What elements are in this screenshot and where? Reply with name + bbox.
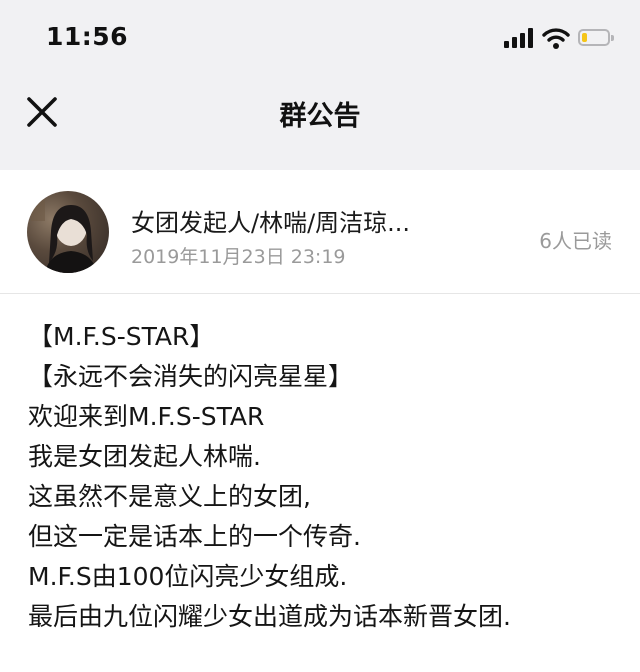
author-name[interactable]: 女团发起人/林喘/周洁琼... (131, 203, 410, 238)
announcement-line: M.F.S由100位闪亮少女组成. (28, 562, 348, 591)
battery-icon (578, 29, 614, 46)
announcement-header: 女团发起人/林喘/周洁琼... 2019年11月23日 23:19 6人已读 (0, 170, 640, 294)
announcement-line: 我是女团发起人林喘. (28, 442, 261, 471)
announcement-content: 【M.F.S-STAR】【永远不会消失的闪亮星星】 欢迎来到M.F.S-STAR 我… (28, 317, 628, 637)
avatar[interactable] (27, 191, 109, 273)
status-time: 11:56 (46, 22, 129, 51)
battery-nub (611, 35, 614, 41)
wifi-icon (542, 28, 570, 49)
announcement-line: 【永远不会消失的闪亮星星】 (28, 362, 354, 391)
announcement-line: 【M.F.S-STAR】 (28, 322, 215, 351)
top-bar: 11:56 群公告 (0, 0, 640, 170)
read-count[interactable]: 6人已读 (539, 225, 612, 254)
signal-icon (504, 28, 533, 48)
announcement-line: 最后由九位闪耀少女出道成为话本新晋女团. (28, 602, 511, 631)
announcement-line: 这虽然不是意义上的女团, (28, 482, 311, 511)
post-date: 2019年11月23日 23:19 (131, 246, 346, 268)
avatar-image (31, 199, 97, 273)
announcement-line: 欢迎来到M.F.S-STAR (28, 402, 265, 431)
announcement-line: 但这一定是话本上的一个传奇. (28, 522, 361, 551)
battery-fill (582, 33, 587, 42)
page-title: 群公告 (279, 101, 361, 132)
